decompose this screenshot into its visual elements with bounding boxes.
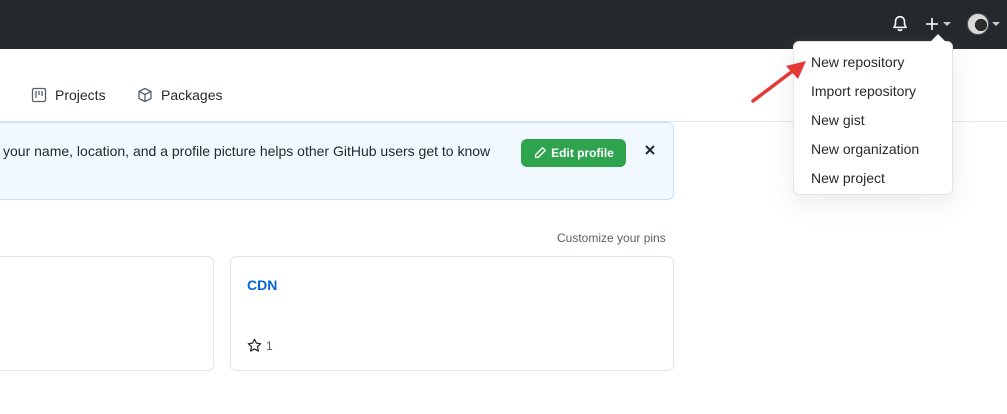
notifications-button[interactable] bbox=[891, 15, 909, 33]
star-count[interactable]: 1 bbox=[247, 338, 273, 353]
menu-item-new-repository[interactable]: New repository bbox=[811, 54, 904, 70]
package-icon bbox=[138, 87, 152, 103]
dismiss-banner-button[interactable] bbox=[643, 143, 657, 157]
user-menu-button[interactable] bbox=[967, 12, 1003, 36]
menu-item-import-repository[interactable]: Import repository bbox=[811, 83, 916, 99]
banner-text: your name, location, and a profile pictu… bbox=[3, 143, 491, 159]
menu-item-new-organization[interactable]: New organization bbox=[811, 141, 919, 157]
tab-label: Projects bbox=[55, 87, 106, 103]
create-new-dropdown: New repository Import repository New gis… bbox=[793, 34, 953, 195]
chevron-down-icon bbox=[943, 22, 951, 26]
chevron-down-icon bbox=[992, 22, 1000, 26]
edit-profile-label: Edit profile bbox=[551, 146, 614, 160]
menu-item-new-gist[interactable]: New gist bbox=[811, 112, 865, 128]
customize-pins-link[interactable]: Customize your pins bbox=[557, 231, 666, 245]
tab-packages[interactable]: Packages bbox=[137, 87, 222, 103]
avatar bbox=[967, 13, 989, 35]
pinned-repo-card bbox=[0, 256, 214, 371]
create-new-button[interactable] bbox=[924, 13, 954, 35]
star-count-value: 1 bbox=[266, 338, 273, 353]
pinned-repo-card: CDN 1 bbox=[230, 256, 674, 371]
star-icon bbox=[247, 338, 262, 352]
close-icon bbox=[645, 145, 655, 155]
menu-item-new-project[interactable]: New project bbox=[811, 170, 885, 186]
tab-projects[interactable]: Projects bbox=[31, 87, 106, 103]
plus-icon bbox=[926, 18, 938, 30]
project-board-icon bbox=[31, 87, 47, 103]
pencil-icon bbox=[535, 147, 547, 159]
annotation-arrow-icon bbox=[751, 61, 806, 103]
pinned-repo-title[interactable]: CDN bbox=[247, 277, 277, 293]
bell-icon bbox=[893, 15, 907, 32]
profile-banner: your name, location, and a profile pictu… bbox=[0, 122, 674, 200]
tab-label: Packages bbox=[161, 87, 223, 103]
edit-profile-button[interactable]: Edit profile bbox=[521, 139, 626, 167]
